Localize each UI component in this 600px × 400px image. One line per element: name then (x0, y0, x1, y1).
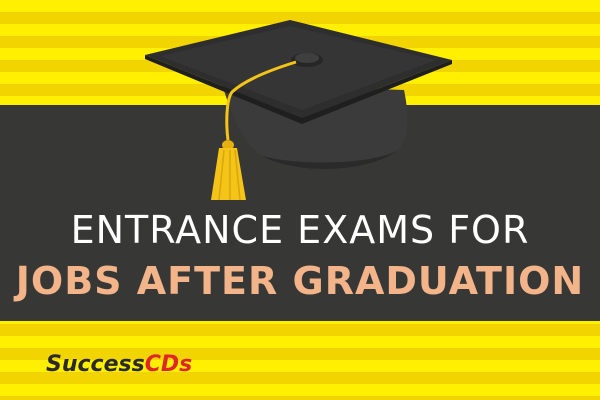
banner-canvas: ENTRANCE EXAMS FOR JOBS AFTER GRADUATION… (0, 0, 600, 400)
title-line-2: JOBS AFTER GRADUATION (15, 259, 585, 303)
brand-name-part1: Success (46, 352, 145, 377)
brand-logo: SuccessCDs (46, 352, 192, 377)
title-line-1: ENTRANCE EXAMS FOR (70, 208, 530, 252)
brand-name-part2: CDs (144, 352, 193, 377)
graduation-cap-icon (145, 20, 452, 201)
